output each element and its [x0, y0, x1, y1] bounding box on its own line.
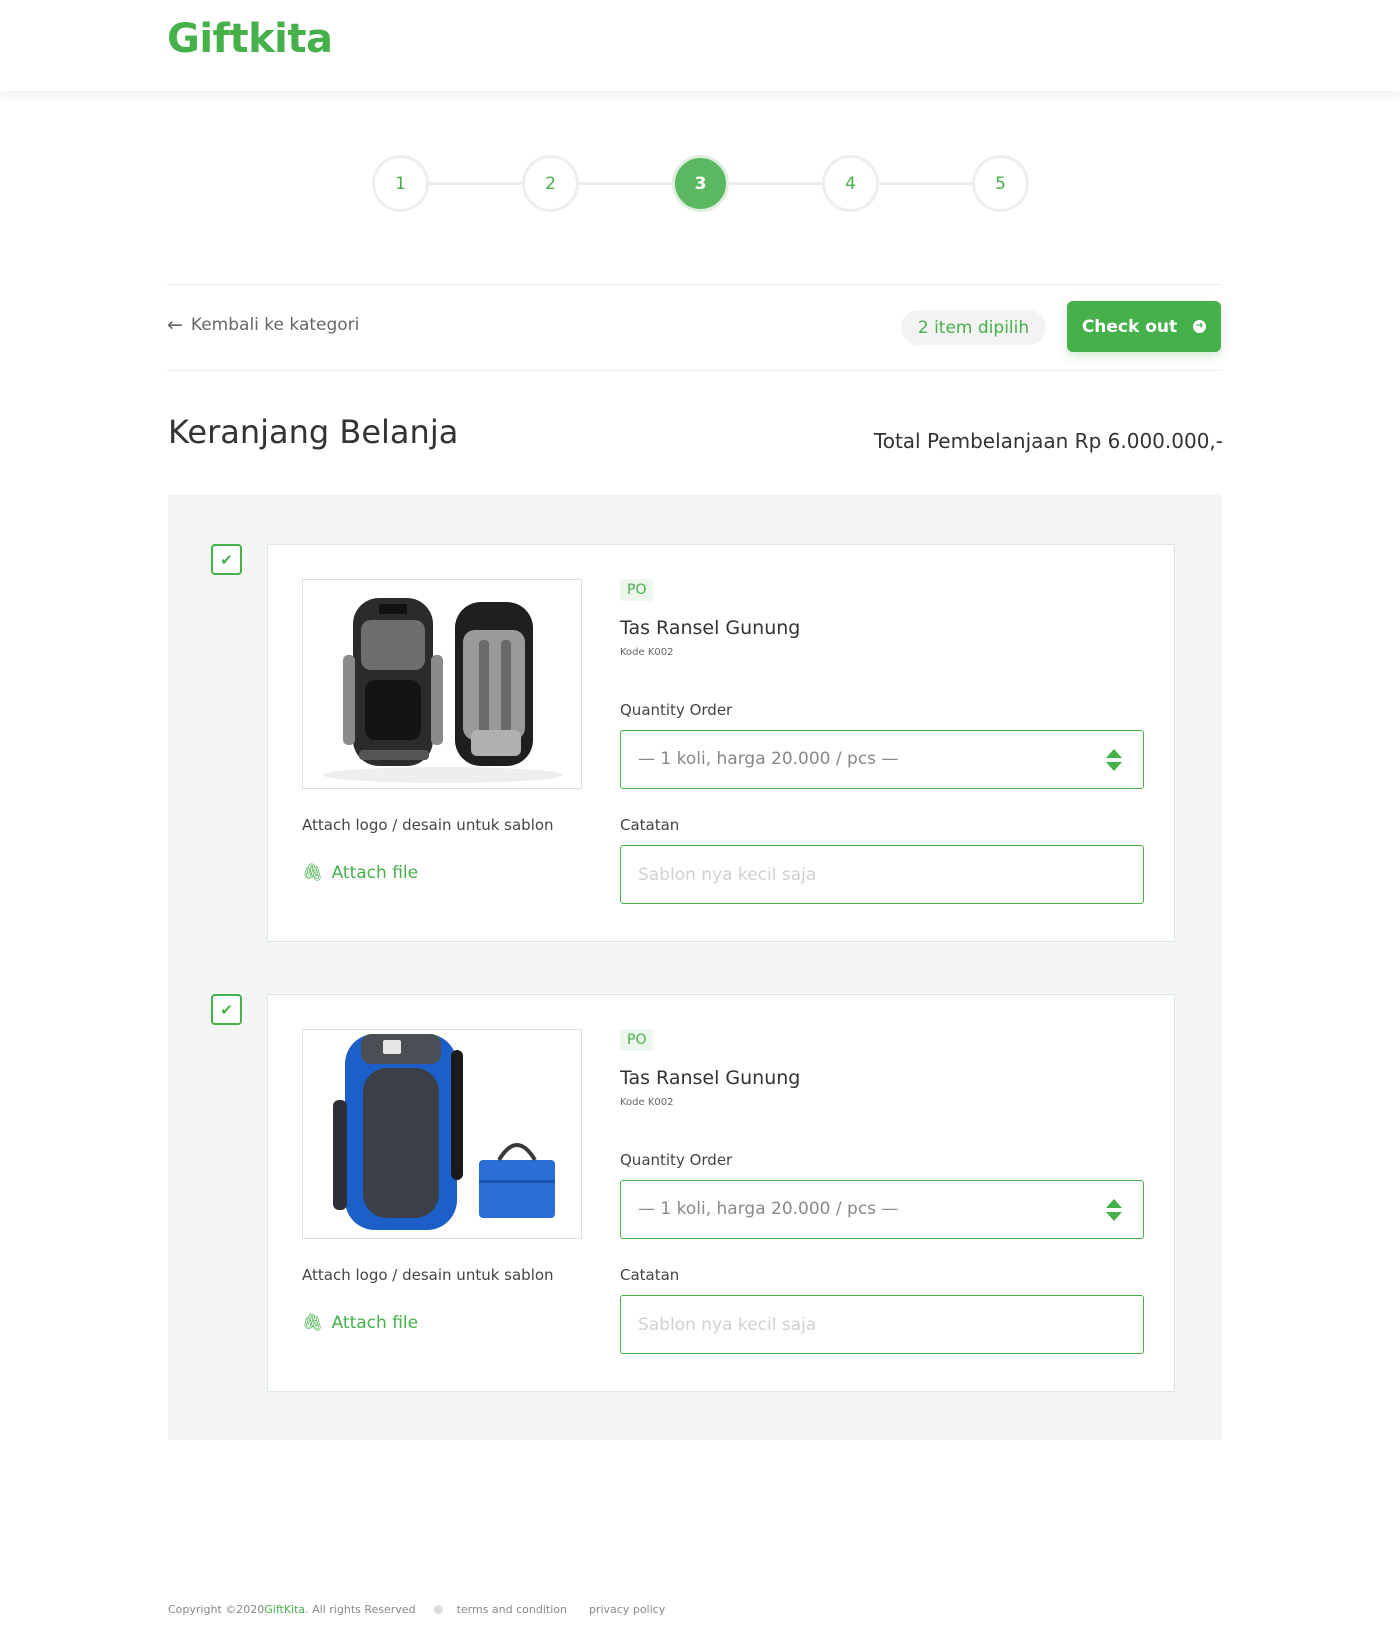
- attach-label: Attach logo / desain untuk sablon: [302, 816, 554, 834]
- note-label: Catatan: [620, 816, 680, 834]
- footer-separator: [433, 1605, 443, 1614]
- quantity-label: Quantity Order: [620, 1151, 733, 1169]
- total-amount: Total Pembelanjaan Rp 6.000.000,-: [873, 429, 1223, 453]
- po-badge: PO: [620, 1029, 654, 1051]
- selected-items-badge: 2 item dipilih: [901, 310, 1046, 345]
- attach-file-link[interactable]: 🖇 Attach file: [302, 1313, 418, 1333]
- attach-file-link[interactable]: 🖇 Attach file: [302, 863, 418, 883]
- item-checkbox[interactable]: ✔: [211, 544, 242, 575]
- footer-brand-link[interactable]: GiftKita: [264, 1603, 305, 1616]
- cart-item-card: PO Tas Ransel Gunung Kode K002 Quantity …: [267, 544, 1175, 942]
- back-to-category-link[interactable]: ← Kembali ke kategori: [167, 314, 359, 336]
- step-4[interactable]: 4: [822, 155, 879, 212]
- sort-icon: [1106, 749, 1122, 771]
- quantity-value: — 1 koli, harga 20.000 / pcs —: [638, 749, 899, 769]
- checkout-label: Check out: [1081, 316, 1178, 337]
- logo[interactable]: Giftkita: [167, 16, 333, 62]
- divider-top: [167, 284, 1222, 285]
- step-2[interactable]: 2: [522, 155, 579, 212]
- note-input[interactable]: [620, 1295, 1144, 1354]
- note-input[interactable]: [620, 845, 1144, 904]
- product-code: Kode K002: [620, 647, 674, 658]
- quantity-select[interactable]: — 1 koli, harga 20.000 / pcs —: [620, 1180, 1144, 1239]
- step-3[interactable]: 3: [672, 155, 729, 212]
- attach-label: Attach logo / desain untuk sablon: [302, 1266, 554, 1284]
- paperclip-icon: 🖇: [302, 863, 324, 883]
- privacy-link[interactable]: privacy policy: [589, 1603, 665, 1616]
- paperclip-icon: 🖇: [302, 1313, 324, 1333]
- sort-icon: [1106, 1199, 1122, 1221]
- product-name: Tas Ransel Gunung: [620, 1067, 801, 1089]
- attach-file-label: Attach file: [331, 863, 419, 883]
- back-label: Kembali ke kategori: [190, 315, 360, 335]
- page-title: Keranjang Belanja: [168, 413, 459, 451]
- product-name: Tas Ransel Gunung: [620, 617, 801, 639]
- copyright-prefix: Copyright ©2020: [168, 1603, 265, 1616]
- footer: Copyright ©2020 GiftKita . All rights Re…: [168, 1603, 687, 1616]
- arrow-left-icon: ←: [167, 314, 183, 336]
- po-badge: PO: [620, 579, 654, 601]
- divider-bottom: [167, 370, 1222, 371]
- step-1[interactable]: 1: [372, 155, 429, 212]
- check-icon: ✔: [220, 550, 233, 569]
- quantity-select[interactable]: — 1 koli, harga 20.000 / pcs —: [620, 730, 1144, 789]
- note-label: Catatan: [620, 1266, 680, 1284]
- quantity-value: — 1 koli, harga 20.000 / pcs —: [638, 1199, 899, 1219]
- cart-item-card: PO Tas Ransel Gunung Kode K002 Quantity …: [267, 994, 1175, 1392]
- arrow-right-circle-icon: ➜: [1193, 320, 1207, 333]
- checkout-button[interactable]: Check out ➜: [1067, 301, 1221, 352]
- product-image: [302, 1029, 582, 1239]
- check-icon: ✔: [220, 1000, 233, 1019]
- product-code: Kode K002: [620, 1097, 674, 1108]
- step-5[interactable]: 5: [972, 155, 1029, 212]
- stepper: 1 2 3 4 5: [372, 155, 1030, 212]
- item-checkbox[interactable]: ✔: [211, 994, 242, 1025]
- quantity-label: Quantity Order: [620, 701, 733, 719]
- header: Giftkita: [0, 0, 1400, 91]
- copyright-suffix: . All rights Reserved: [305, 1603, 416, 1616]
- attach-file-label: Attach file: [331, 1313, 419, 1333]
- product-image: [302, 579, 582, 789]
- terms-link[interactable]: terms and condition: [457, 1603, 567, 1616]
